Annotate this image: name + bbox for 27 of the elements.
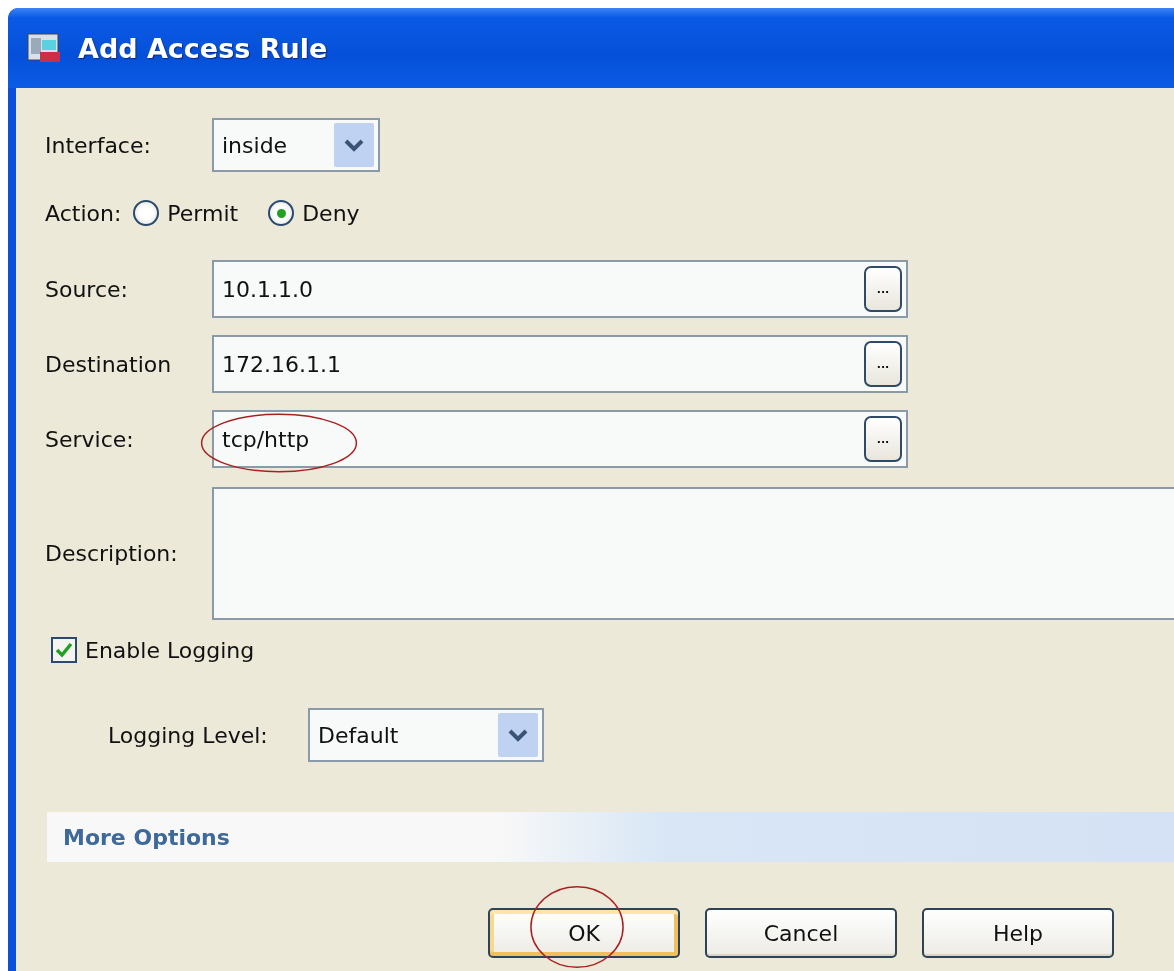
field-label: Destination	[45, 351, 173, 377]
dialog-button[interactable]: Help	[922, 908, 1114, 958]
checkbox[interactable]	[51, 637, 77, 663]
browse-button[interactable]: ...	[864, 266, 902, 312]
checkbox-label: Enable Logging	[85, 637, 255, 663]
interface-dropdown[interactable]: inside	[212, 118, 380, 172]
field-label: Logging Level:	[108, 722, 269, 748]
description-field[interactable]	[212, 487, 1174, 620]
field-label: Service:	[45, 426, 135, 452]
checkmark-icon	[55, 642, 73, 658]
radio-option[interactable]: Deny	[268, 200, 360, 226]
text-field[interactable]: tcp/http ...	[212, 410, 908, 468]
dialog-button[interactable]: Cancel	[705, 908, 897, 958]
browse-button[interactable]: ...	[864, 416, 902, 462]
field-label: Description:	[45, 541, 179, 566]
field-label: Action:	[45, 200, 122, 226]
text-field[interactable]: 10.1.1.0 ...	[212, 260, 908, 318]
text-field[interactable]: 172.16.1.1 ...	[212, 335, 908, 393]
more-options-label: More Options	[63, 824, 230, 850]
field-label: Source:	[45, 276, 129, 302]
browse-button[interactable]: ...	[864, 341, 902, 387]
window-title: Add Access Rule	[78, 32, 328, 64]
logging-level-dropdown[interactable]: Default	[308, 708, 544, 762]
dialog-button[interactable]: OK	[488, 908, 680, 958]
field-label: Interface:	[45, 132, 152, 158]
more-options-bar[interactable]: More Options	[47, 812, 1174, 862]
radio-option[interactable]: Permit	[133, 200, 239, 226]
